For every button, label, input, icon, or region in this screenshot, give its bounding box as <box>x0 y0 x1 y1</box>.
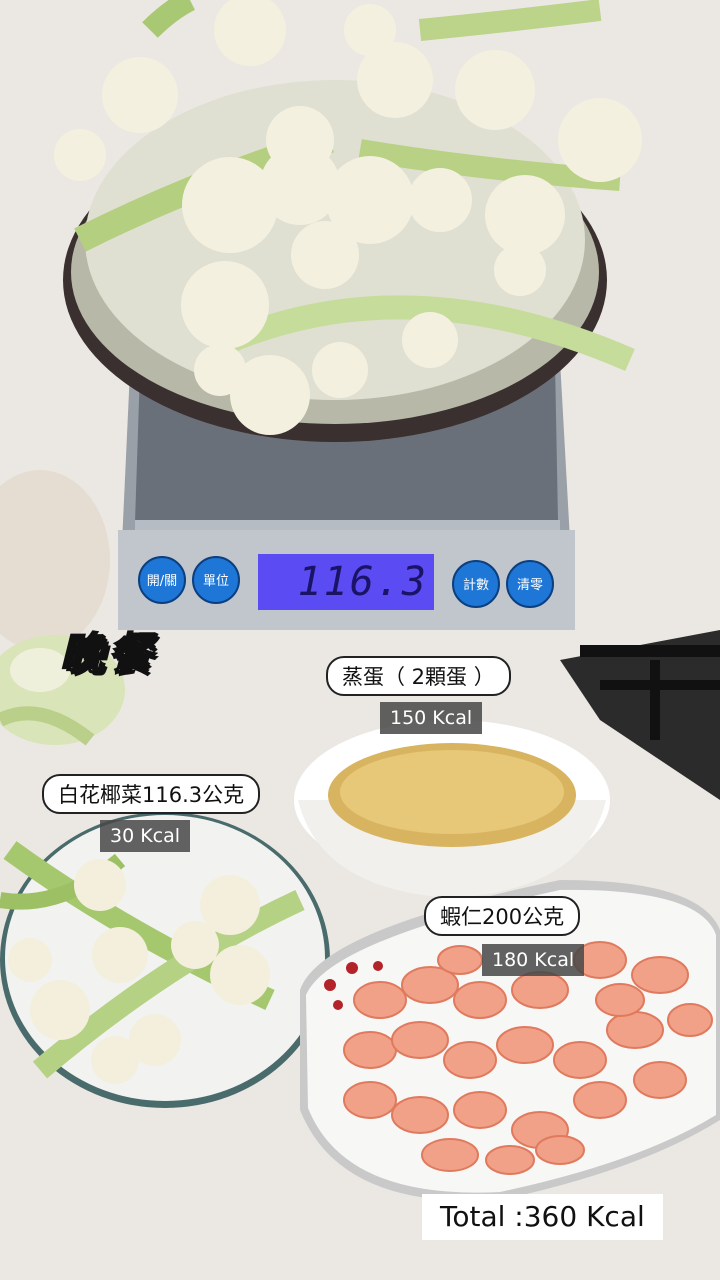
total-kcal-label: Total :360 Kcal <box>422 1194 663 1240</box>
scale-display: 116.3 <box>258 554 434 610</box>
power-button: 開/關 <box>138 556 186 604</box>
shrimp-kcal-tag: 180 Kcal <box>482 944 585 976</box>
egg-kcal-tag: 150 Kcal <box>380 702 483 734</box>
unit-button: 單位 <box>192 556 240 604</box>
cauliflower-name-label: 白花椰菜116.3公克 <box>42 774 261 814</box>
shrimp-name-label: 蝦仁200公克 <box>424 896 581 936</box>
tare-button: 清零 <box>506 560 554 608</box>
cauliflower-kcal-tag: 30 Kcal <box>100 820 191 852</box>
count-button: 計數 <box>452 560 500 608</box>
meal-title: 晚餐 <box>59 628 156 681</box>
egg-name-label: 蒸蛋（ 2顆蛋 ） <box>326 656 511 696</box>
cauliflower-plate <box>0 812 330 1108</box>
